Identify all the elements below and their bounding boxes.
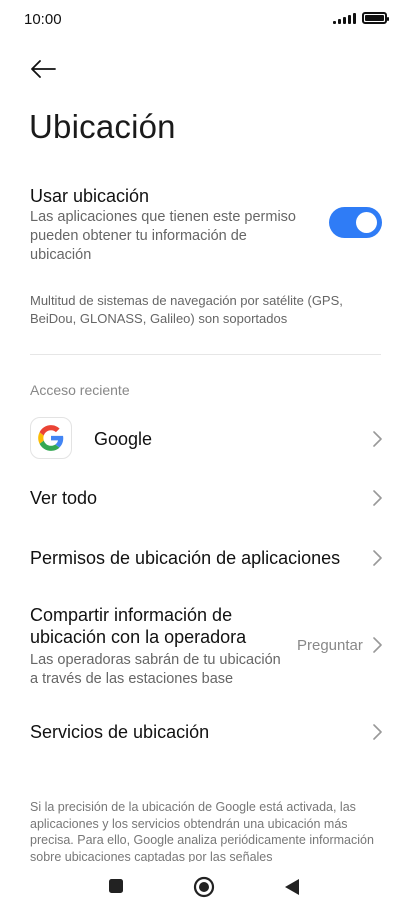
share-with-carrier-description: Las operadoras sabrán de tu ubicación a … xyxy=(30,652,281,687)
status-icons xyxy=(333,12,389,24)
chevron-right-icon xyxy=(373,550,382,566)
use-location-title: Usar ubicación xyxy=(30,186,150,206)
app-location-permissions-label: Permisos de ubicación de aplicaciones xyxy=(30,548,341,568)
navigation-bar xyxy=(0,862,411,914)
share-with-carrier-value: Preguntar xyxy=(297,637,363,654)
location-services-label: Servicios de ubicación xyxy=(30,722,210,742)
toggle-knob xyxy=(356,212,377,233)
see-all-label: Ver todo xyxy=(30,488,98,508)
use-location-toggle[interactable] xyxy=(329,207,382,238)
recent-app-name: Google xyxy=(94,429,153,449)
google-logo-icon xyxy=(30,417,72,459)
chevron-right-icon xyxy=(373,637,382,653)
share-with-carrier-title-line1: Compartir información de xyxy=(30,605,233,625)
gnss-note: Multitud de sistemas de navegación por s… xyxy=(30,293,343,326)
chevron-right-icon xyxy=(373,490,382,506)
back-triangle-icon[interactable] xyxy=(284,878,300,901)
recent-access-label: Acceso reciente xyxy=(30,382,130,398)
status-time: 10:00 xyxy=(24,11,62,28)
page-title: Ubicación xyxy=(29,108,176,145)
share-with-carrier-title-line2: ubicación con la operadora xyxy=(30,627,247,647)
arrow-left-icon xyxy=(31,60,56,78)
divider xyxy=(30,354,381,355)
signal-icon xyxy=(333,12,356,24)
status-bar: 10:00 xyxy=(0,0,411,40)
home-circle-icon[interactable] xyxy=(193,876,215,903)
chevron-right-icon xyxy=(373,431,382,447)
battery-icon xyxy=(362,12,389,24)
use-location-description: Las aplicaciones que tienen este permiso… xyxy=(30,209,296,263)
recents-square-icon[interactable] xyxy=(108,878,124,899)
chevron-right-icon xyxy=(373,724,382,740)
back-button[interactable] xyxy=(26,54,60,84)
footer-text: Si la precisión de la ubicación de Googl… xyxy=(30,800,374,864)
